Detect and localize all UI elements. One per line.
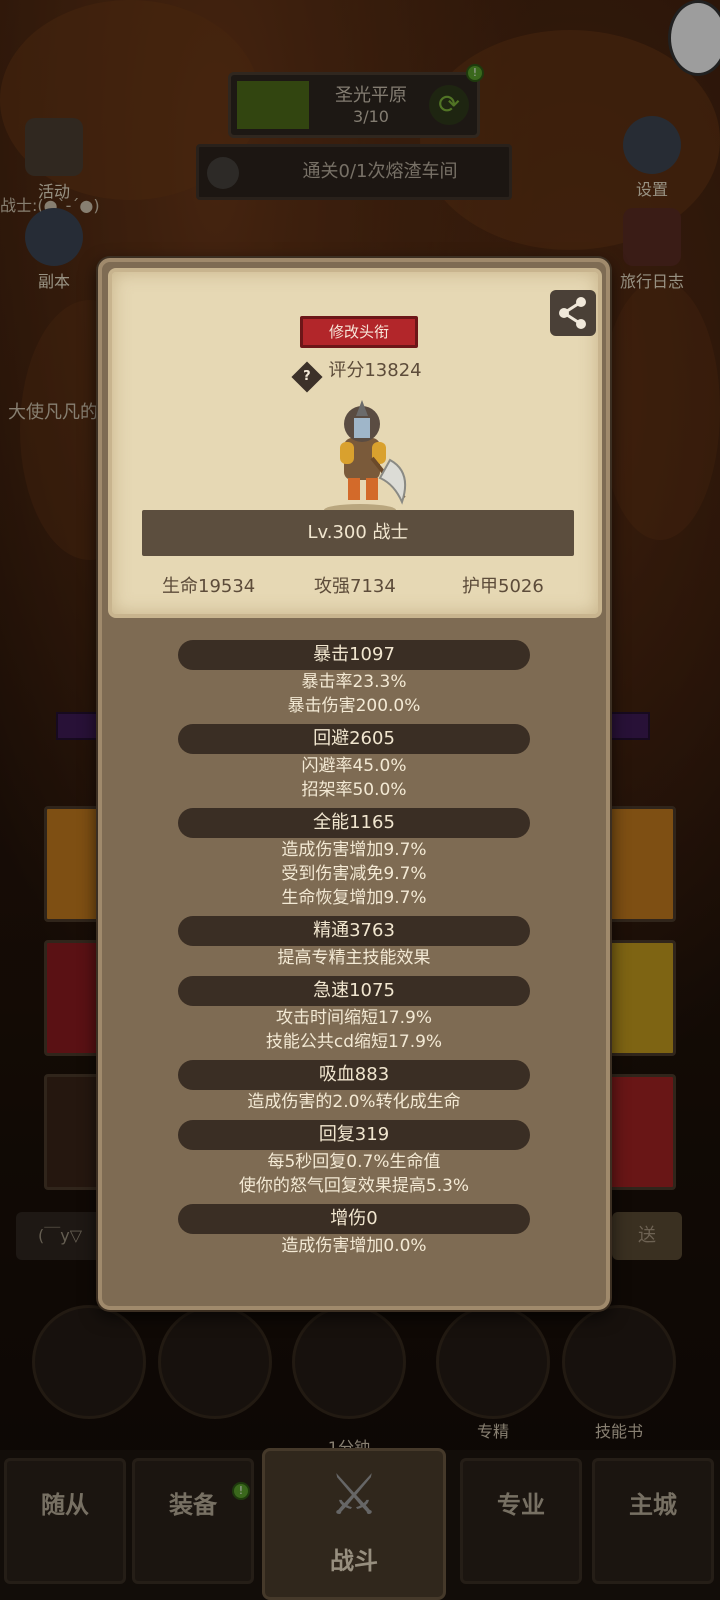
character-stats-panel: 修改头衔 ? 评分13824 Lv.300 战士 生命19534 攻强7134 护…	[98, 258, 610, 1310]
stat-group: 暴击1097 暴击率23.3% 暴击伤害200.0%	[102, 640, 606, 718]
stat-detail: 每5秒回复0.7%生命值	[267, 1152, 441, 1172]
armor-stat: 护甲5026	[462, 576, 544, 597]
stat-header: 暴击1097	[178, 640, 530, 670]
stat-detail: 造成伤害增加9.7%	[281, 840, 427, 860]
score-value: 评分13824	[328, 360, 422, 381]
score-row: ? 评分13824	[112, 356, 606, 393]
stat-group: 精通3763 提高专精主技能效果	[102, 916, 606, 970]
stat-header: 回避2605	[178, 724, 530, 754]
stat-group: 全能1165 造成伤害增加9.7% 受到伤害减免9.7% 生命恢复增加9.7%	[102, 808, 606, 910]
stat-header: 吸血883	[178, 1060, 530, 1090]
stat-detail: 闪避率45.0%	[301, 756, 407, 776]
stat-group: 吸血883 造成伤害的2.0%转化成生命	[102, 1060, 606, 1114]
stat-detail: 提高专精主技能效果	[277, 948, 431, 968]
edit-title-button[interactable]: 修改头衔	[300, 316, 418, 348]
stat-detail: 技能公共cd缩短17.9%	[265, 1032, 443, 1052]
stat-header: 急速1075	[178, 976, 530, 1006]
stat-group: 增伤0 造成伤害增加0.0%	[102, 1204, 606, 1258]
stat-detail: 招架率50.0%	[301, 780, 407, 800]
level-class-banner: Lv.300 战士	[142, 510, 574, 556]
stat-group: 回复319 每5秒回复0.7%生命值 使你的怒气回复效果提高5.3%	[102, 1120, 606, 1198]
stat-group: 回避2605 闪避率45.0% 招架率50.0%	[102, 724, 606, 802]
stats-list: 暴击1097 暴击率23.3% 暴击伤害200.0% 回避2605 闪避率45.…	[102, 634, 606, 1258]
stat-header: 回复319	[178, 1120, 530, 1150]
share-icon	[559, 297, 586, 329]
attack-stat: 攻强7134	[314, 576, 396, 597]
stat-detail: 造成伤害增加0.0%	[281, 1236, 427, 1256]
stat-detail: 造成伤害的2.0%转化成生命	[247, 1092, 461, 1112]
share-button[interactable]	[550, 290, 596, 336]
stat-detail: 暴击伤害200.0%	[287, 696, 421, 716]
stat-detail: 使你的怒气回复效果提高5.3%	[238, 1176, 470, 1196]
stat-detail: 生命恢复增加9.7%	[281, 888, 427, 908]
hp-stat: 生命19534	[162, 576, 256, 597]
stat-detail: 攻击时间缩短17.9%	[275, 1008, 432, 1028]
warrior-avatar	[324, 400, 406, 516]
stat-detail: 暴击率23.3%	[301, 672, 407, 692]
character-card: 修改头衔 ? 评分13824 Lv.300 战士 生命19534 攻强7134 护…	[108, 268, 602, 618]
stat-header: 全能1165	[178, 808, 530, 838]
stat-header: 精通3763	[178, 916, 530, 946]
stat-detail: 受到伤害减免9.7%	[281, 864, 427, 884]
stat-header: 增伤0	[178, 1204, 530, 1234]
help-icon[interactable]: ?	[291, 361, 323, 393]
stat-group: 急速1075 攻击时间缩短17.9% 技能公共cd缩短17.9%	[102, 976, 606, 1054]
